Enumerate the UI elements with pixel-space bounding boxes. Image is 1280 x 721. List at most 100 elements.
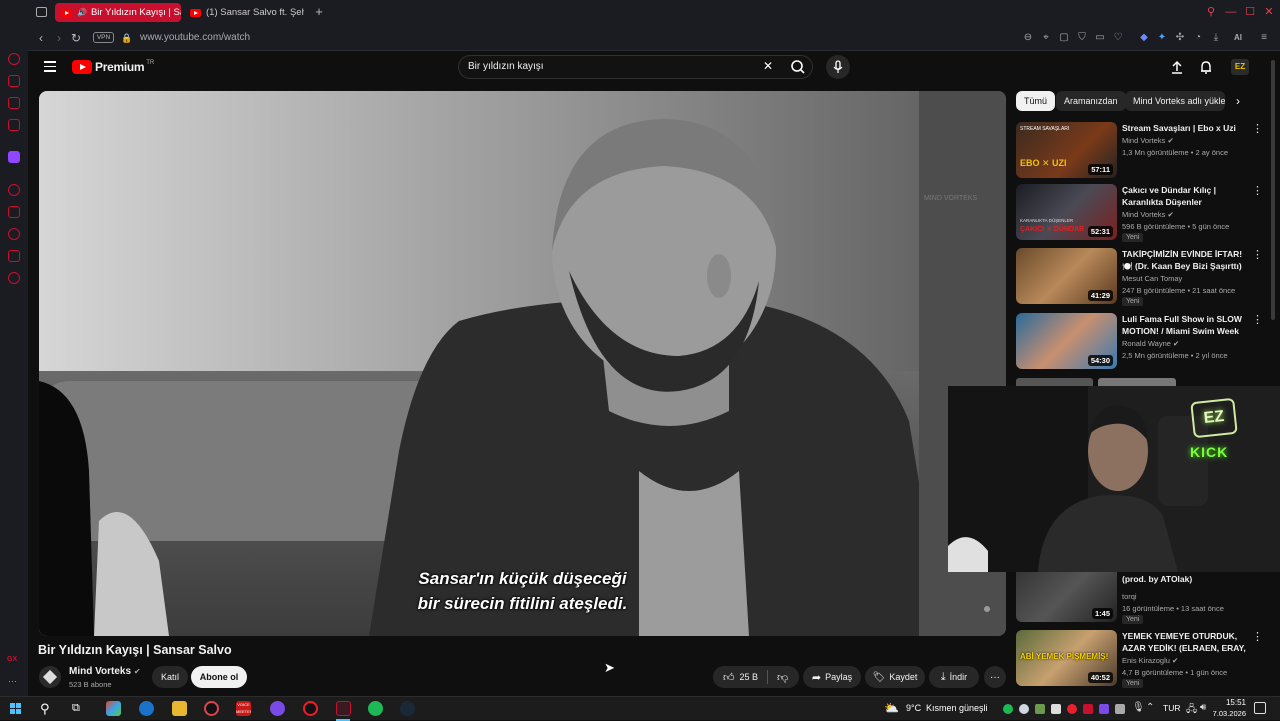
tray-app-icon[interactable] — [1115, 704, 1125, 714]
spotify-icon[interactable] — [368, 701, 383, 716]
twitch-icon[interactable] — [8, 151, 20, 163]
copilot-icon[interactable] — [106, 701, 121, 716]
save-button[interactable]: 🏷︎ Kaydet — [865, 666, 925, 688]
edge-icon[interactable] — [139, 701, 154, 716]
menu-icon[interactable]: ≡ — [1258, 32, 1270, 44]
tab-inactive[interactable]: (1) Sansar Salvo ft. Şehinşa — [184, 3, 304, 22]
chip-channel-uploads[interactable]: Mind Vorteks adlı yükle — [1125, 91, 1225, 111]
gx-icon[interactable]: GX — [7, 656, 17, 663]
network-icon[interactable]: 🖧 — [1186, 702, 1197, 719]
file-explorer-icon[interactable] — [172, 701, 187, 716]
reload-icon[interactable]: ↻ — [69, 31, 83, 45]
tab-workspaces-icon[interactable] — [36, 7, 47, 17]
task-view-icon[interactable]: ⧉ — [72, 702, 80, 715]
join-button[interactable]: Katıl — [152, 666, 188, 688]
notifications-center-icon[interactable] — [1254, 702, 1266, 714]
tray-opera-icon[interactable] — [1067, 704, 1077, 714]
list-item[interactable]: ABİ YEMEK PİŞMEMİŞ! 40:52 YEMEK YEMEYE O… — [1016, 630, 1266, 688]
voice-search-button[interactable] — [826, 55, 850, 79]
minimize-button[interactable]: — — [1224, 5, 1238, 19]
clock-time[interactable]: 15:51 — [1206, 698, 1246, 707]
windows-start-icon[interactable] — [10, 703, 22, 715]
extension-icon[interactable]: ◆ — [1138, 32, 1150, 44]
subscribe-button[interactable]: Abone ol — [191, 666, 247, 688]
list-item[interactable]: STREAM SAVAŞLARI EBO ✕ UZI 57:11 Stream … — [1016, 122, 1266, 180]
history-icon[interactable] — [8, 228, 20, 240]
notifications-icon[interactable] — [1199, 60, 1213, 79]
list-item[interactable]: 54:30 Luli Fama Full Show in SLOW MOTION… — [1016, 313, 1266, 371]
close-window-button[interactable]: ✕ — [1262, 5, 1276, 19]
tray-app-icon[interactable] — [1099, 704, 1109, 714]
heart-icon[interactable]: ♡ — [1112, 32, 1124, 44]
channel-avatar[interactable] — [39, 666, 61, 688]
bag-icon[interactable] — [8, 75, 20, 87]
ai-button[interactable]: AI — [1228, 32, 1248, 44]
video-thumbnail[interactable]: 41:29 — [1016, 248, 1117, 304]
vpn-badge[interactable]: VPN — [93, 32, 114, 43]
translate-icon[interactable]: ✦ — [1156, 32, 1168, 44]
settings-icon[interactable] — [8, 272, 20, 284]
kebab-menu-icon[interactable]: ⋮ — [1252, 184, 1263, 197]
weather-temp[interactable]: 9°C — [906, 703, 921, 713]
video-thumbnail[interactable]: 54:30 — [1016, 313, 1117, 369]
video-thumbnail[interactable]: KARANLIKTA DÜŞENLER ÇAKICI ✕ DÜNDAR 52:3… — [1016, 184, 1117, 240]
kebab-menu-icon[interactable]: ⋮ — [1252, 630, 1263, 643]
chevron-up-icon[interactable]: ⌃ — [1146, 702, 1154, 713]
steam-icon[interactable] — [400, 701, 415, 716]
forward-icon[interactable]: › — [52, 31, 66, 45]
kebab-menu-icon[interactable]: ⋮ — [1252, 313, 1263, 326]
back-icon[interactable]: ‹ — [34, 31, 48, 45]
tray-spotify-icon[interactable] — [1003, 704, 1013, 714]
opera-active-icon[interactable] — [336, 701, 351, 716]
aria-icon[interactable] — [8, 53, 20, 65]
search-tabs-icon[interactable]: ⚲ — [1204, 5, 1218, 19]
microphone-icon[interactable]: 🎙︎ — [1132, 702, 1145, 713]
maximize-button[interactable]: ☐ — [1243, 5, 1257, 19]
search-button[interactable] — [784, 55, 812, 79]
clear-search-icon[interactable]: ✕ — [763, 59, 773, 73]
download-icon[interactable]: ⤓ — [1210, 32, 1222, 44]
audio-icon[interactable]: 🔊 — [77, 8, 87, 17]
puzzle-icon[interactable]: ✣ — [1174, 32, 1186, 44]
messenger-icon[interactable] — [8, 97, 20, 109]
pin-icon[interactable]: ⌖ — [1040, 32, 1052, 44]
player-icon[interactable] — [8, 184, 20, 196]
more-actions-button[interactable]: ··· — [984, 666, 1006, 688]
video-thumbnail[interactable]: 1:45 — [1016, 566, 1117, 622]
list-item[interactable]: 1:45 (prod. by ATOlak) torqi 16 görüntül… — [1016, 566, 1266, 624]
video-thumbnail[interactable]: ABİ YEMEK PİŞMEMİŞ! 40:52 — [1016, 630, 1117, 686]
list-item[interactable]: KARANLIKTA DÜŞENLER ÇAKICI ✕ DÜNDAR 52:3… — [1016, 184, 1266, 242]
video-player[interactable]: MIND VORTEKS — [39, 91, 1006, 636]
chip-from-search[interactable]: Aramanızdan — [1056, 91, 1126, 111]
avatar[interactable]: EZ — [1231, 59, 1249, 75]
clock-date[interactable]: 7.03.2026 — [1200, 709, 1246, 718]
video-popout-icon[interactable]: ▭ — [1094, 32, 1106, 44]
share-button[interactable]: ➦ Paylaş — [803, 666, 861, 688]
upload-icon[interactable] — [1170, 60, 1184, 79]
list-item[interactable]: 41:29 TAKİPÇİMİZİN EVİNDE İFTAR! 🍽️ (Dr.… — [1016, 248, 1266, 306]
bookmark-icon[interactable] — [8, 206, 20, 218]
youtube-logo[interactable]: Premium TR — [72, 60, 154, 74]
hamburger-menu-icon[interactable] — [44, 60, 56, 72]
weather-desc[interactable]: Kısmen güneşli — [926, 703, 988, 713]
extensions-sidebar-icon[interactable] — [8, 250, 20, 262]
chip-all[interactable]: Tümü — [1016, 91, 1056, 111]
dislike-icon[interactable]: 👎︎ — [777, 671, 788, 684]
video-thumbnail[interactable]: STREAM SAVAŞLARI EBO ✕ UZI 57:11 — [1016, 122, 1117, 178]
like-count[interactable]: 25 B — [740, 672, 759, 682]
search-icon[interactable]: ⚲ — [40, 701, 50, 717]
like-icon[interactable]: 👍︎ — [723, 671, 735, 684]
scrollbar[interactable] — [1271, 60, 1275, 320]
tray-steam-icon[interactable] — [1019, 704, 1029, 714]
tray-discord-icon[interactable] — [1051, 704, 1061, 714]
weather-icon[interactable]: ⛅ — [884, 701, 899, 715]
lock-icon[interactable]: 🔒 — [120, 31, 134, 45]
tab-active[interactable]: 🔊 Bir Yıldızın Kayışı | San — [55, 3, 181, 22]
url-field[interactable]: www.youtube.com/watch — [140, 32, 250, 43]
instagram-icon[interactable] — [8, 119, 20, 131]
tray-app-icon[interactable] — [1035, 704, 1045, 714]
zoom-icon[interactable]: ⊖ — [1022, 32, 1034, 44]
language-indicator[interactable]: TUR — [1163, 703, 1180, 713]
download-button[interactable]: ⤓ İndir — [929, 666, 979, 688]
new-tab-button[interactable]: + — [312, 4, 326, 20]
